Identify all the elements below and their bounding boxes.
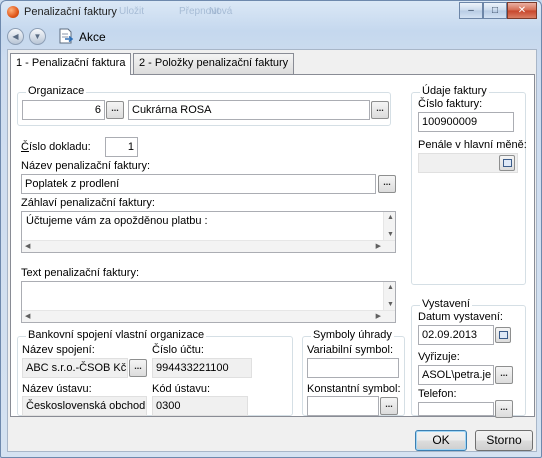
nazev-spojeni-label: Název spojení: [22,344,95,356]
cislo-dokladu-field[interactable]: 1 [105,137,138,157]
nazev-spojeni-field[interactable]: ABC s.r.o.-ČSOB Kč [22,358,128,378]
dialog-client: 1 - Penalizační faktura 2 - Položky pena… [7,49,537,452]
zahlavi-textarea[interactable]: Účtujeme vám za opožděnou platbu : ▲ ▼ ◀ ▶ [21,211,396,253]
tab-polozky[interactable]: 2 - Položky penalizační faktury [133,53,295,74]
zahlavi-label: Záhlaví penalizační faktury: [21,197,155,209]
ghost-toolbar-label: Uložit [119,6,145,17]
telefon-label: Telefon: [418,388,457,400]
bank-group: Bankovní spojení vlastní organizace Náze… [17,329,293,416]
konstantni-field[interactable] [307,396,379,416]
close-button[interactable]: ✕ [507,2,537,19]
cislo-dokladu-label: Číslo dokladu: [21,141,91,153]
maximize-button[interactable]: □ [483,2,507,19]
app-icon [7,6,19,18]
konstantni-label: Konstantní symbol: [307,383,401,395]
kod-ustavu-field[interactable]: 0300 [152,396,248,416]
calculator-icon[interactable] [499,155,515,171]
ghost-toolbar-label: Nová [209,6,233,17]
konstantni-browse-button[interactable]: ... [380,397,398,415]
penale-label: Penále v hlavní měně: [418,139,527,151]
calendar-glyph [499,331,508,339]
calculator-glyph [503,159,512,167]
organizace-group: Organizace 6 ... Cukrárna ROSA ... [17,85,391,126]
datum-label: Datum vystavení: [418,311,503,323]
nazev-ustavu-field[interactable]: Československá obchodní [22,396,147,416]
nazev-field[interactable]: Poplatek z prodlení [21,174,376,194]
zahlavi-vscroll[interactable]: ▲ ▼ [383,212,395,240]
cislo-uctu-label: Číslo účtu: [152,344,204,356]
calendar-icon[interactable] [495,327,511,343]
vystaveni-title: Vystavení [420,298,472,310]
organizace-title: Organizace [26,85,87,97]
window-title: Penalizační faktury [24,6,117,18]
symboly-group: Symboly úhrady Variabilní symbol: Konsta… [302,329,405,416]
back-icon[interactable]: ◀ [7,28,24,45]
symboly-title: Symboly úhrady [311,329,394,341]
dialog-window: Penalizační faktury Uložit Přepnout Nová… [0,0,542,458]
vyrizuje-label: Vyřizuje: [418,351,460,363]
telefon-field[interactable] [418,402,494,416]
vyrizuje-field[interactable]: ASOL\petra.je [418,365,494,385]
cislo-faktury-field[interactable]: 100900009 [418,112,514,132]
telefon-browse-button[interactable]: ... [495,400,513,418]
vyrizuje-browse-button[interactable]: ... [495,366,513,384]
tab-penalizacni-faktura[interactable]: 1 - Penalizační faktura [10,53,132,75]
organizace-number-browse-button[interactable]: ... [106,101,124,119]
organizace-name-field[interactable]: Cukrárna ROSA [128,100,370,120]
kod-ustavu-label: Kód ústavu: [152,383,211,395]
udaje-faktury-group: Údaje faktury Číslo faktury: 100900009 P… [411,85,527,285]
text-vscroll[interactable]: ▲ ▼ [383,282,395,310]
document-arrow-icon[interactable] [58,28,74,45]
akce-menu-label[interactable]: Akce [79,30,106,44]
title-bar[interactable]: Penalizační faktury Uložit Přepnout Nová… [1,1,541,25]
bank-title: Bankovní spojení vlastní organizace [26,329,207,341]
text-label: Text penalizační faktury: [21,267,140,279]
vystaveni-group: Vystavení Datum vystavení: 02.09.2013 Vy… [411,298,526,418]
nazev-label: Název penalizační faktury: [21,160,151,172]
minimize-button[interactable]: – [459,2,483,19]
text-hscroll[interactable]: ◀ ▶ [22,310,395,322]
cislo-uctu-field[interactable]: 994433221100 [152,358,252,378]
cislo-dokladu-label-text: íslo dokladu: [28,141,91,153]
storno-button[interactable]: Storno [475,430,533,451]
toolbar: ◀ ▼ Akce [7,26,537,48]
forward-icon[interactable]: ▼ [29,28,46,45]
variabilni-label: Variabilní symbol: [307,344,393,356]
organizace-name-browse-button[interactable]: ... [371,101,389,119]
nazev-ustavu-label: Název ústavu: [22,383,92,395]
cislo-faktury-label: Číslo faktury: [418,98,483,110]
text-textarea[interactable]: ▲ ▼ ◀ ▶ [21,281,396,323]
datum-field[interactable]: 02.09.2013 [418,325,494,345]
zahlavi-text: Účtujeme vám za opožděnou platbu : [26,215,208,227]
ok-button[interactable]: OK [415,430,467,451]
zahlavi-hscroll[interactable]: ◀ ▶ [22,240,395,252]
tab-panel: Organizace 6 ... Cukrárna ROSA ... Číslo… [10,74,535,418]
variabilni-field[interactable] [307,358,399,378]
nazev-browse-button[interactable]: ... [378,175,396,193]
organizace-number-field[interactable]: 6 [22,100,105,120]
nazev-spojeni-browse-button[interactable]: ... [129,359,147,377]
udaje-faktury-title: Údaje faktury [420,85,489,97]
